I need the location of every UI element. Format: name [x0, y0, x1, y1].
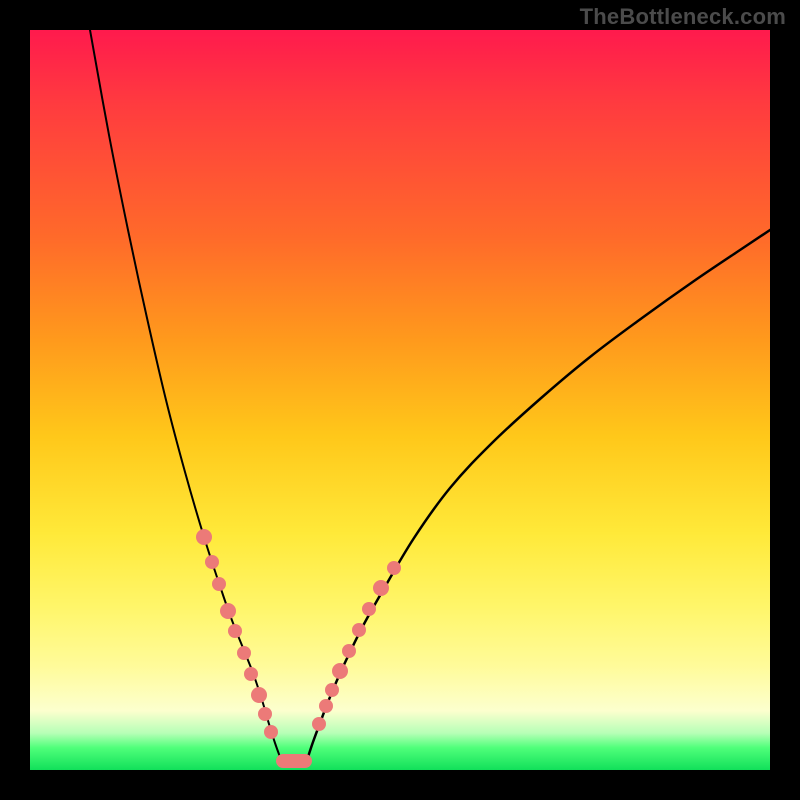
data-point	[237, 646, 251, 660]
data-point	[244, 667, 258, 681]
data-point	[212, 577, 226, 591]
data-point	[205, 555, 219, 569]
data-point	[220, 603, 236, 619]
data-markers	[196, 529, 401, 768]
data-point	[362, 602, 376, 616]
data-point	[319, 699, 333, 713]
curve-left-branch	[90, 30, 280, 757]
data-point	[264, 725, 278, 739]
data-point	[196, 529, 212, 545]
data-point	[251, 687, 267, 703]
chart-svg	[30, 30, 770, 770]
valley-pill-marker	[276, 754, 312, 768]
data-point	[373, 580, 389, 596]
data-point	[387, 561, 401, 575]
data-point	[312, 717, 326, 731]
data-point	[325, 683, 339, 697]
outer-frame: TheBottleneck.com	[0, 0, 800, 800]
data-point	[352, 623, 366, 637]
data-point	[342, 644, 356, 658]
plot-area	[30, 30, 770, 770]
curve-right-branch	[308, 230, 770, 757]
data-point	[332, 663, 348, 679]
data-point	[258, 707, 272, 721]
watermark-text: TheBottleneck.com	[580, 4, 786, 30]
data-point	[228, 624, 242, 638]
